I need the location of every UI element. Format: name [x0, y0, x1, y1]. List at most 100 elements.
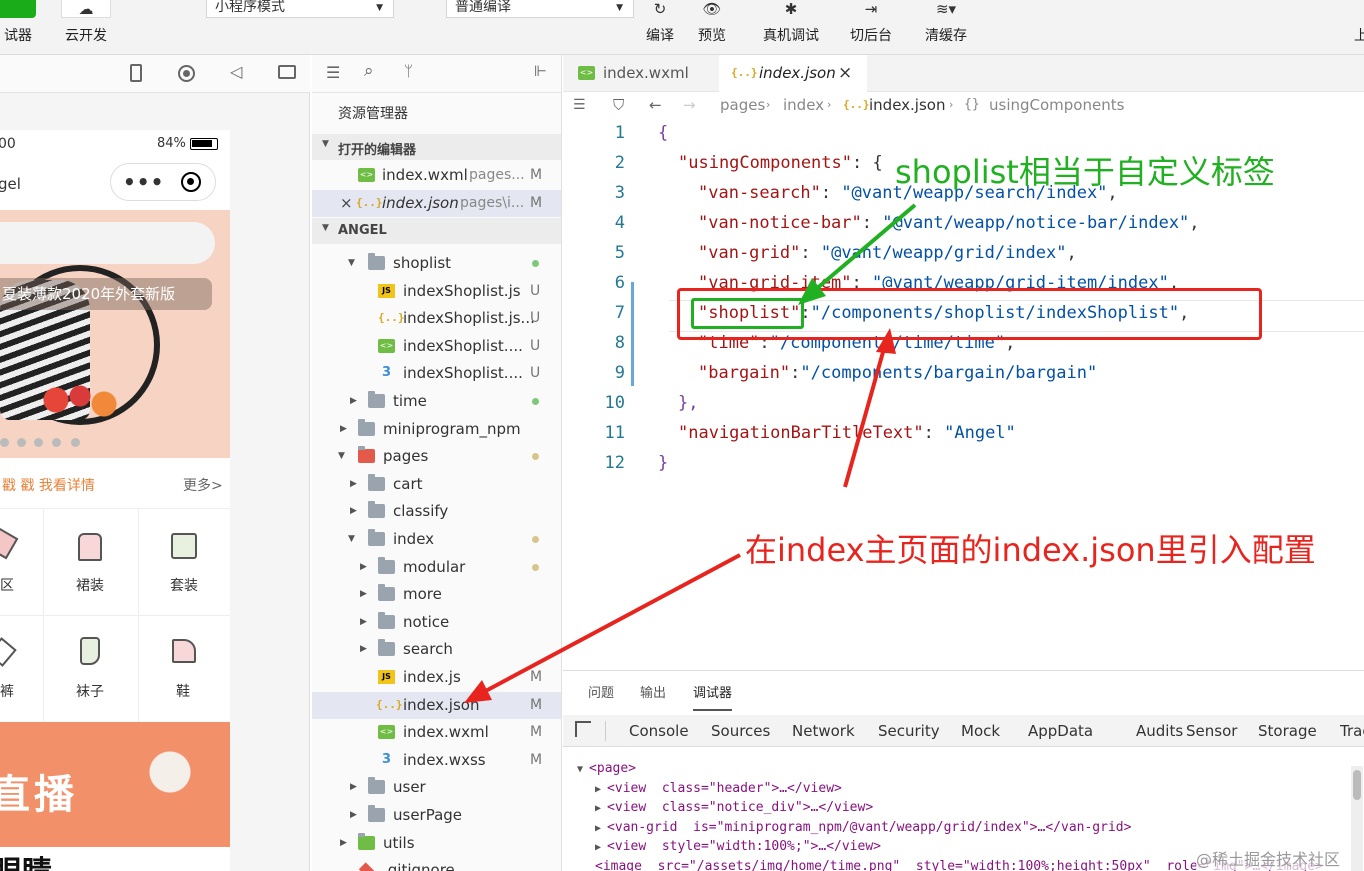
clear-cache-button[interactable]: ≋▾ 清缓存	[920, 0, 972, 55]
tree-folder[interactable]: ▶ utils	[312, 830, 561, 857]
devtools-tab[interactable]: Audits	[1136, 715, 1183, 747]
open-editor-item[interactable]: <> index.wxml pages... M	[312, 162, 561, 189]
tree-file[interactable]: JS indexShoplist.js U	[312, 278, 561, 305]
code-line[interactable]: 11 "navigationBarTitleText": "Angel"	[563, 418, 1364, 448]
chevron-right-icon[interactable]: ▶	[595, 823, 607, 834]
chevron-right-icon[interactable]: ▶	[360, 554, 367, 581]
tree-folder[interactable]: ▶ modular	[312, 554, 561, 581]
chevron-right-icon[interactable]: ▶	[350, 471, 357, 498]
chevron-down-icon[interactable]: ▼	[348, 250, 355, 277]
breadcrumb-item[interactable]: index	[783, 92, 824, 118]
more-dots-icon[interactable]: •••	[123, 170, 164, 194]
phone-icon[interactable]	[130, 64, 142, 82]
breadcrumb-item[interactable]: usingComponents	[989, 92, 1124, 118]
devtools-tab[interactable]: Console	[629, 715, 689, 747]
tab-output[interactable]: 输出	[640, 671, 666, 713]
grid-item-label[interactable]: 套装	[170, 575, 198, 595]
tree-folder[interactable]: ▶ search	[312, 636, 561, 663]
window-icon[interactable]	[278, 65, 296, 79]
chevron-right-icon[interactable]: ▶	[360, 636, 367, 663]
tree-folder[interactable]: ▼ pages	[312, 443, 561, 470]
chevron-down-icon[interactable]: ▼	[577, 764, 589, 775]
devtools-tab[interactable]: Mock	[961, 715, 1000, 747]
code-line[interactable]: 1{	[563, 118, 1364, 148]
real-device-debug-button[interactable]: ✱ 真机调试	[760, 0, 822, 55]
code-line[interactable]: 12}	[563, 448, 1364, 478]
tree-folder[interactable]: ▶ user	[312, 774, 561, 801]
chevron-right-icon[interactable]: ▶	[350, 498, 357, 525]
bookmark-icon[interactable]: ⛉	[613, 92, 624, 118]
dom-node[interactable]: ▶ <view style="width:100%;">…</view>	[595, 837, 881, 857]
chevron-right-icon[interactable]: ▶	[360, 581, 367, 608]
project-header[interactable]: ▼ ANGEL	[312, 218, 561, 244]
record-icon[interactable]	[178, 65, 195, 82]
devtools-tab[interactable]: Trac	[1340, 715, 1364, 747]
tree-file[interactable]: JS index.js M	[312, 664, 561, 691]
code-line[interactable]: 10},	[563, 388, 1364, 418]
back-arrow-icon[interactable]: ←	[649, 92, 662, 118]
open-editors-header[interactable]: ▼ 打开的编辑器	[312, 134, 561, 160]
grid-item-label[interactable]: 裤	[0, 681, 14, 701]
tree-folder[interactable]: ▶ more	[312, 581, 561, 608]
tree-file[interactable]: .gitignore	[312, 857, 561, 871]
tree-folder[interactable]: ▶ cart	[312, 471, 561, 498]
dom-node[interactable]: ▼ <page>	[577, 759, 636, 779]
outline-icon[interactable]: ☰	[573, 92, 586, 118]
tree-file[interactable]: {..} index.json M	[312, 691, 561, 719]
tree-folder[interactable]: ▶ miniprogram_npm	[312, 416, 561, 443]
chevron-down-icon[interactable]: ▼	[338, 443, 345, 470]
tab-problems[interactable]: 问题	[588, 671, 614, 713]
search-icon[interactable]: ⌕	[364, 61, 374, 81]
tab-index-json[interactable]: {..} index.json ×	[719, 55, 867, 92]
capsule-menu[interactable]: •••	[110, 163, 216, 201]
inspect-icon[interactable]	[575, 721, 591, 737]
tab-index-wxml[interactable]: <> index.wxml	[563, 55, 718, 92]
forward-arrow-icon[interactable]: →	[683, 92, 696, 118]
backend-button[interactable]: ⇥ 切后台	[846, 0, 896, 55]
more-link[interactable]: 更多>	[183, 475, 223, 495]
debugger-button[interactable]: 试器	[0, 0, 36, 55]
grid-item-label[interactable]: 鞋	[176, 681, 190, 701]
breadcrumb-item[interactable]: pages	[720, 92, 765, 118]
tree-file[interactable]: <> index.wxml M	[312, 719, 561, 746]
chevron-down-icon[interactable]: ▼	[348, 526, 355, 553]
collapse-panel-icon[interactable]: ⊩	[534, 62, 547, 80]
banner-swiper[interactable]: 夏装薄款2020年外套新版	[0, 210, 230, 458]
close-icon[interactable]: ×	[340, 190, 353, 217]
tree-folder[interactable]: ▶ notice	[312, 609, 561, 636]
open-editor-item-active[interactable]: × {..} index.json pages\i... M	[312, 190, 561, 217]
tree-file[interactable]: <> indexShoplist.... U	[312, 333, 561, 360]
grid-item-label[interactable]: 裙装	[76, 575, 104, 595]
code-line[interactable]: 9 "bargain":"/components/bargain/bargain"	[563, 358, 1364, 388]
devtools-tab[interactable]: Network	[792, 715, 855, 747]
chevron-right-icon[interactable]: ▶	[340, 830, 347, 857]
scrollbar[interactable]	[1351, 766, 1363, 871]
dom-node[interactable]: ▶ <van-grid is="miniprogram_npm/@vant/we…	[595, 818, 1131, 838]
chevron-right-icon[interactable]: ▶	[595, 842, 607, 853]
grid-item-label[interactable]: 袜子	[76, 681, 104, 701]
notice-text[interactable]: 戳 戳 我看详情	[2, 475, 95, 495]
tree-folder[interactable]: ▶ userPage	[312, 802, 561, 829]
tree-file[interactable]: {..} indexShoplist.js... U	[312, 305, 561, 332]
upload-button[interactable]: 上	[1354, 0, 1364, 55]
compile-select[interactable]: 普通编译 ▼	[446, 0, 634, 18]
cloud-dev-button[interactable]: ☁ 云开发	[60, 0, 112, 55]
chevron-right-icon[interactable]: ▶	[350, 388, 357, 415]
chevron-right-icon[interactable]: ▶	[340, 416, 347, 443]
devtools-tab[interactable]: Sensor	[1186, 715, 1237, 747]
tree-file[interactable]: 3 index.wxss M	[312, 747, 561, 774]
tree-folder[interactable]: ▶ time	[312, 388, 561, 415]
chevron-right-icon[interactable]: ▶	[360, 609, 367, 636]
code-line[interactable]: 5 "van-grid": "@vant/weapp/grid/index",	[563, 238, 1364, 268]
chevron-right-icon[interactable]: ▶	[350, 774, 357, 801]
devtools-tab[interactable]: Sources	[711, 715, 770, 747]
compile-button[interactable]: ↻ 编译	[638, 0, 682, 55]
grid-item-label[interactable]: 区	[0, 575, 14, 595]
chevron-right-icon[interactable]: ▶	[350, 802, 357, 829]
chevron-right-icon[interactable]: ▶	[595, 784, 607, 795]
tree-folder[interactable]: ▼ index	[312, 526, 561, 553]
devtools-tab[interactable]: Storage	[1258, 715, 1317, 747]
chevron-right-icon[interactable]: ▶	[595, 803, 607, 814]
list-icon[interactable]: ☰	[326, 63, 340, 82]
preview-button[interactable]: 👁 预览	[690, 0, 734, 55]
